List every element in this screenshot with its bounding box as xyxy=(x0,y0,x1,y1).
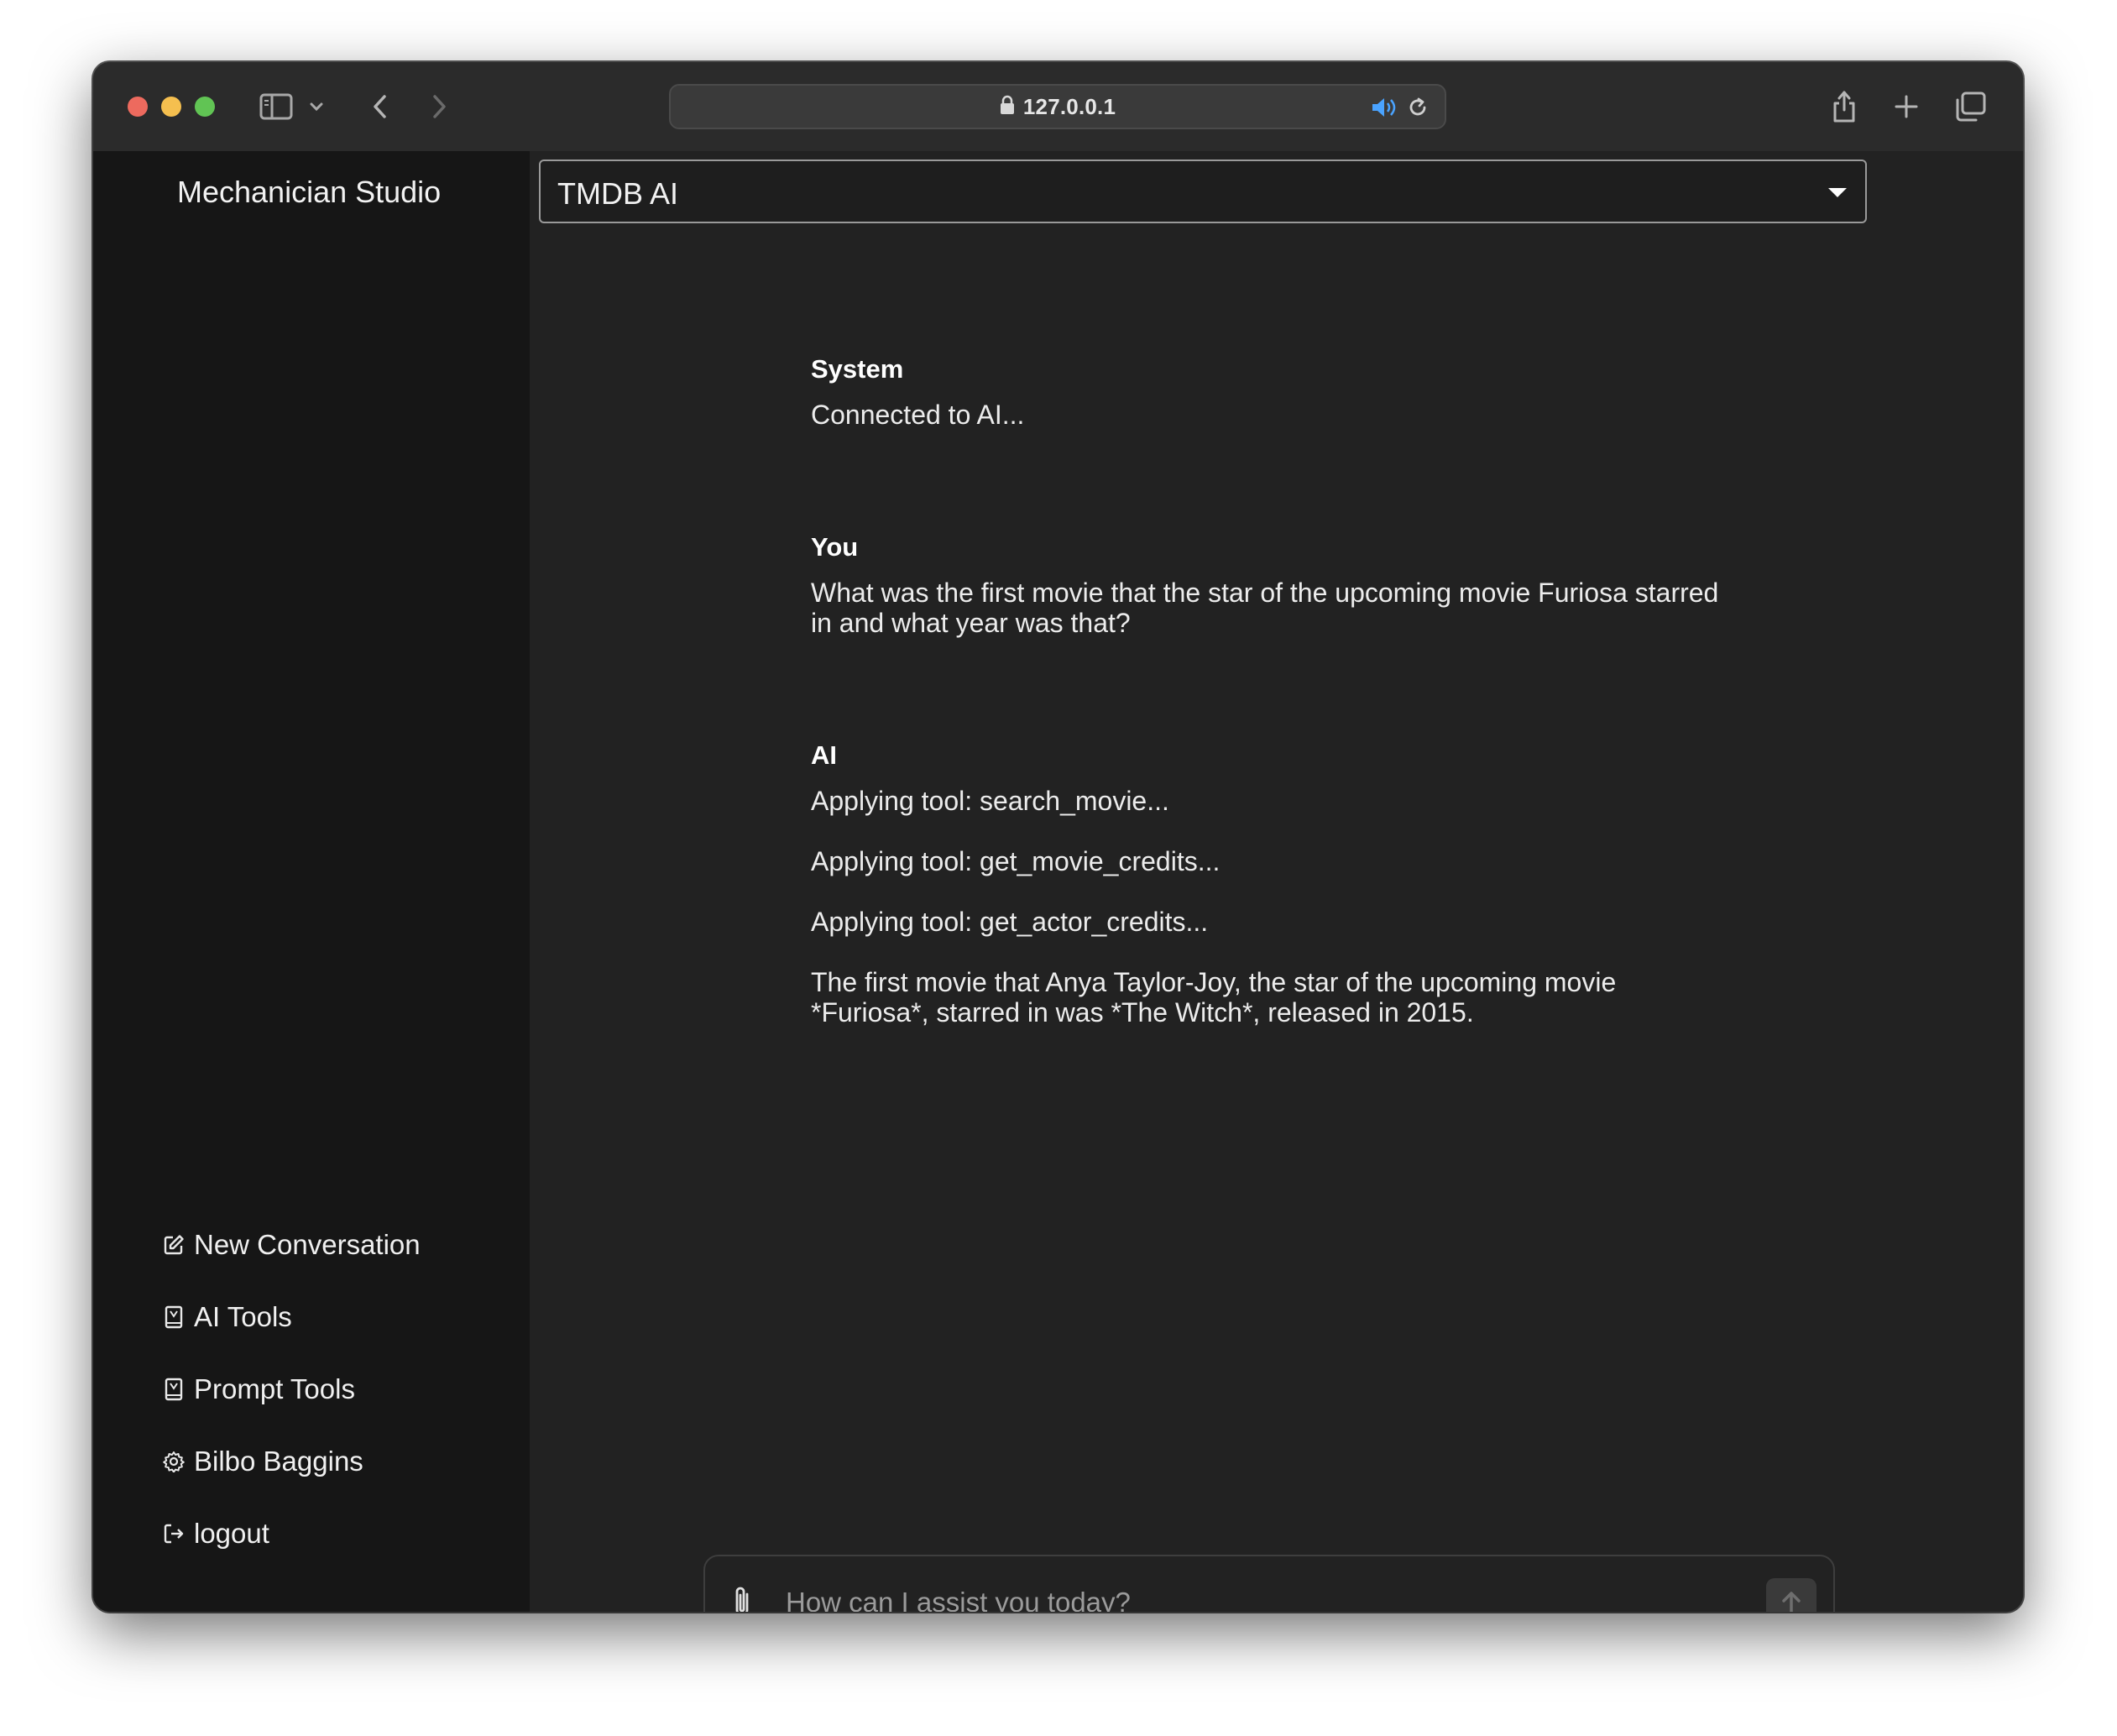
sidebar-item-label: New Conversation xyxy=(194,1229,421,1260)
caret-down-icon xyxy=(1828,188,1847,197)
share-icon[interactable] xyxy=(1827,86,1861,128)
arrow-up-icon xyxy=(1782,1592,1801,1612)
sidebar-item-label: Prompt Tools xyxy=(194,1373,355,1404)
message-author: You xyxy=(811,532,859,562)
sidebar-item-label: AI Tools xyxy=(194,1301,292,1332)
message-author: System xyxy=(811,354,904,384)
tabs-icon[interactable] xyxy=(1952,86,1989,128)
message-text: Applying tool: get_actor_credits... xyxy=(811,907,1209,937)
edit-icon xyxy=(162,1233,186,1257)
message-text: Connected to AI... xyxy=(811,400,1025,430)
chat-main: TMDB AI System Connected to AI... You Wh… xyxy=(530,151,2023,1612)
chevron-down-icon[interactable] xyxy=(305,86,328,128)
logout-button[interactable]: logout xyxy=(162,1518,269,1550)
message-author: AI xyxy=(811,740,837,770)
model-select-value: TMDB AI xyxy=(557,176,679,211)
sidebar-item-ai-tools[interactable]: AI Tools xyxy=(162,1301,292,1333)
minimize-window-button[interactable] xyxy=(161,97,181,117)
message-text: Applying tool: get_movie_credits... xyxy=(811,846,1221,876)
address-display: 127.0.0.1 xyxy=(671,86,1445,128)
back-icon[interactable] xyxy=(363,86,397,128)
close-window-button[interactable] xyxy=(128,97,148,117)
sidebar-item-prompt-tools[interactable]: Prompt Tools xyxy=(162,1373,355,1405)
message-text: The first movie that Anya Taylor-Joy, th… xyxy=(811,967,1617,1027)
sidebar-icon[interactable] xyxy=(258,86,295,128)
app-sidebar: Mechanician Studio New Conversation AI T… xyxy=(93,151,530,1612)
brand-title: Mechanician Studio xyxy=(177,175,442,209)
sidebar-item-user-settings[interactable]: Bilbo Baggins xyxy=(162,1446,363,1477)
address-text: 127.0.0.1 xyxy=(1022,93,1116,119)
book-icon xyxy=(162,1378,186,1401)
prompt-input[interactable] xyxy=(784,1578,1753,1612)
book-icon xyxy=(162,1305,186,1329)
message-composer xyxy=(703,1555,1835,1612)
browser-titlebar: 127.0.0.1 xyxy=(93,62,2023,153)
message-text: Applying tool: search_movie... xyxy=(811,786,1169,816)
reload-icon[interactable] xyxy=(1406,96,1430,123)
sidebar-item-label: logout xyxy=(194,1518,269,1549)
address-bar[interactable]: 127.0.0.1 xyxy=(669,84,1446,129)
new-conversation-button[interactable]: New Conversation xyxy=(162,1229,421,1261)
model-select[interactable]: TMDB AI xyxy=(539,159,1867,223)
forward-icon[interactable] xyxy=(422,86,456,128)
send-button[interactable] xyxy=(1766,1578,1816,1612)
plus-icon[interactable] xyxy=(1890,86,1923,128)
maximize-window-button[interactable] xyxy=(195,97,215,117)
sidebar-item-label: Bilbo Baggins xyxy=(194,1446,363,1477)
browser-window: 127.0.0.1 Mechanician Studio New Convers… xyxy=(93,62,2023,1612)
lock-icon xyxy=(1000,95,1015,119)
logout-icon xyxy=(162,1522,186,1545)
message-text: What was the first movie that the star o… xyxy=(811,578,1719,638)
gear-icon xyxy=(162,1450,186,1473)
paperclip-icon[interactable] xyxy=(724,1582,761,1612)
sound-icon[interactable] xyxy=(1371,96,1399,123)
